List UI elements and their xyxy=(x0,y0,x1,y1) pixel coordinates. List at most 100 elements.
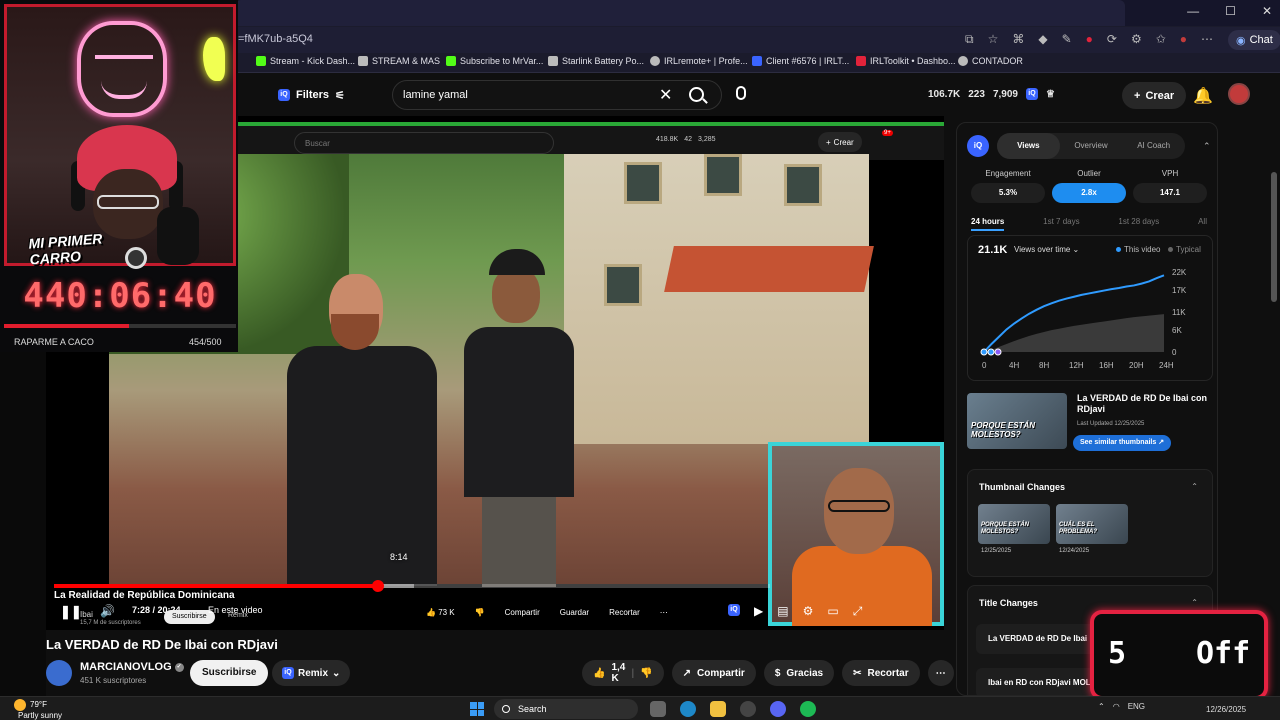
discord-icon[interactable] xyxy=(770,701,786,717)
extension-icon[interactable]: ◆ xyxy=(1038,32,1047,47)
remix-button[interactable]: iQ Remix ⌄ xyxy=(272,660,351,686)
bookmark-item[interactable]: IRLToolkit • Dashbo... xyxy=(856,56,956,66)
chevron-up-icon[interactable]: ⌃ xyxy=(1191,482,1198,491)
metric-vph: VPH 147.1 xyxy=(1133,169,1207,203)
more-icon[interactable]: ⋯ xyxy=(1201,32,1213,47)
overlay-clip-button[interactable]: Recortar xyxy=(609,608,640,617)
tab-overview[interactable]: Overview xyxy=(1060,133,1123,159)
thumbnail-changes-section: Thumbnail Changes ⌃ PORQUE ESTÁN MOLESTO… xyxy=(967,469,1213,577)
verified-icon: ✓ xyxy=(174,662,184,672)
extension-icon[interactable]: ⌘ xyxy=(1012,32,1024,47)
overlay-save-button[interactable]: Guardar xyxy=(560,608,589,617)
pause-icon[interactable]: ❚❚ xyxy=(60,604,82,620)
browser-tab[interactable] xyxy=(235,0,1125,26)
bookmark-item[interactable]: STREAM & MAS xyxy=(358,56,440,66)
notifications-bell-icon[interactable]: 🔔 xyxy=(1193,86,1213,106)
url-field[interactable]: =fMK7ub-a5Q4 xyxy=(238,33,313,45)
video-thumbnail[interactable]: PORQUE ESTÁN MOLESTOS? xyxy=(967,393,1067,449)
favorite-star-icon[interactable]: ☆ xyxy=(988,32,999,47)
bookmark-item[interactable]: IRLremote+ | Profe... xyxy=(650,56,748,66)
volume-icon[interactable]: 🔊 xyxy=(100,604,115,618)
theater-mode-icon[interactable]: ▭ xyxy=(827,604,838,619)
progress-bar[interactable] xyxy=(54,580,770,592)
task-view-icon[interactable] xyxy=(650,701,666,717)
range-7-days[interactable]: 1st 7 days xyxy=(1043,217,1079,231)
tab-ai-coach[interactable]: AI Coach xyxy=(1122,133,1185,159)
thumbnail-change[interactable]: CUÁL ES EL PROBLEMA? 12/24/2025 xyxy=(1056,504,1128,554)
edge-icon[interactable] xyxy=(680,701,696,717)
overlay-like-button[interactable]: 👍 73 K xyxy=(426,608,455,617)
scrubber-handle[interactable] xyxy=(372,580,385,592)
profile-icon[interactable]: ● xyxy=(1180,32,1187,47)
cafe-awning xyxy=(664,246,874,292)
extension-icon[interactable]: ⟳ xyxy=(1107,32,1117,47)
fullscreen-icon[interactable]: ⤢ xyxy=(853,604,863,619)
overlay-remix-button[interactable]: Remix xyxy=(228,612,248,619)
off-counter-widget: 5 Off xyxy=(1090,610,1268,700)
spotify-icon[interactable] xyxy=(800,701,816,717)
extension-icon[interactable]: ✎ xyxy=(1062,32,1072,47)
channel-avatar[interactable] xyxy=(46,660,72,686)
thumbnail-change[interactable]: PORQUE ESTÁN MOLESTOS? 12/25/2025 xyxy=(978,504,1050,554)
thumbs-up-icon: 👍 xyxy=(593,667,606,679)
overlay-share-button[interactable]: Compartir xyxy=(505,608,540,617)
range-24-hours[interactable]: 24 hours xyxy=(971,217,1005,231)
range-28-days[interactable]: 1st 28 days xyxy=(1118,217,1159,231)
file-explorer-icon[interactable] xyxy=(710,701,726,717)
taskbar-search[interactable]: Search xyxy=(494,699,638,719)
voice-search-icon[interactable] xyxy=(736,86,746,100)
scrollbar-thumb[interactable] xyxy=(1271,172,1277,302)
favorites-icon[interactable]: ✩ xyxy=(1156,32,1166,47)
taskbar-date[interactable]: 12/26/2025 xyxy=(1206,705,1246,714)
language-indicator[interactable]: ENG xyxy=(1128,702,1145,711)
see-similar-thumbnails-button[interactable]: See similar thumbnails ↗ xyxy=(1073,435,1172,451)
autoplay-icon[interactable]: ▶ xyxy=(754,604,763,619)
copilot-button[interactable]: ◉ Chat xyxy=(1228,30,1280,50)
filters-label: Filters xyxy=(296,89,330,101)
range-all[interactable]: All xyxy=(1198,217,1207,231)
obs-icon[interactable] xyxy=(740,701,756,717)
overlay-dislike-icon[interactable]: 👎 xyxy=(475,608,485,617)
bookmark-item[interactable]: Client #6576 | IRLT... xyxy=(752,56,849,66)
open-in-app-icon[interactable]: ⧉ xyxy=(965,32,974,47)
clear-search-icon[interactable]: ✕ xyxy=(659,85,672,105)
chevron-up-icon[interactable]: ⌃ xyxy=(1191,598,1198,607)
search-box[interactable]: lamine yamal ✕ xyxy=(392,80,722,110)
trophy-icon[interactable]: ♕ xyxy=(1046,89,1055,100)
page-scrollbar[interactable] xyxy=(1270,80,1278,700)
weather-widget[interactable]: 79°F Partly sunny xyxy=(14,699,62,720)
more-actions-button[interactable]: ⋯ xyxy=(927,660,954,686)
filters-button[interactable]: iQ Filters ⚟ xyxy=(268,83,355,107)
like-button[interactable]: 👍 1,4 K | 👎 xyxy=(582,660,664,686)
bookmark-item[interactable]: Stream - Kick Dash... xyxy=(256,56,355,66)
extension-icon[interactable]: ⚙ xyxy=(1131,32,1142,47)
minimize-button[interactable]: — xyxy=(1187,4,1199,18)
subscribe-button[interactable]: Suscribirse xyxy=(190,660,269,686)
thumbs-down-icon[interactable]: 👎 xyxy=(640,668,652,679)
clip-button[interactable]: ✂ Recortar xyxy=(842,660,920,686)
bookmark-item[interactable]: Subscribe to MrVar... xyxy=(446,56,543,66)
share-button[interactable]: ↗ Compartir xyxy=(671,660,756,686)
extension-icon[interactable]: ● xyxy=(1086,32,1093,47)
tray-chevron-icon[interactable]: ⌃ xyxy=(1098,702,1105,711)
range-tabs: 24 hours 1st 7 days 1st 28 days All xyxy=(971,217,1207,231)
search-icon[interactable] xyxy=(689,87,704,102)
search-input[interactable]: lamine yamal xyxy=(403,89,468,101)
windows-start-icon[interactable] xyxy=(470,702,484,716)
user-avatar[interactable] xyxy=(1228,83,1250,105)
vidiq-icon[interactable]: iQ xyxy=(1025,88,1038,100)
wifi-icon[interactable]: ◠ xyxy=(1113,702,1120,711)
channel-name[interactable]: MARCIANOVLOG ✓ xyxy=(80,661,184,673)
create-button[interactable]: + Crear xyxy=(1122,82,1187,109)
vidiq-icon[interactable]: iQ xyxy=(728,604,740,616)
thanks-button[interactable]: $ Gracias xyxy=(763,660,835,686)
tab-views[interactable]: Views xyxy=(997,133,1060,159)
bookmark-item[interactable]: CONTADOR xyxy=(958,56,1023,66)
maximize-button[interactable]: ☐ xyxy=(1225,4,1236,18)
overlay-more-icon[interactable]: ⋯ xyxy=(660,608,668,617)
bookmark-item[interactable]: Starlink Battery Po... xyxy=(548,56,644,66)
settings-icon[interactable]: ⚙ xyxy=(803,604,814,619)
subtitles-icon[interactable]: ▤ xyxy=(777,604,788,619)
close-button[interactable]: ✕ xyxy=(1262,4,1272,18)
chevron-up-icon[interactable]: ⌃ xyxy=(1203,141,1211,152)
